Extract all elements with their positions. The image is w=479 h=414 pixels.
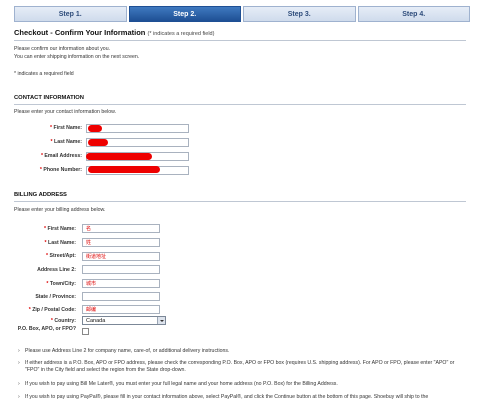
chevron-right-icon: ›	[18, 360, 20, 366]
required-field-note: (* indicates a required field)	[147, 31, 215, 37]
billing-address2-input[interactable]	[82, 265, 160, 274]
required-star: *	[46, 281, 49, 287]
divider	[14, 104, 466, 105]
page-title: Checkout - Confirm Your Information (* i…	[14, 28, 214, 37]
billing-country-label-text: Country:	[54, 318, 76, 324]
contact-email-label-text: Email Address:	[44, 153, 82, 159]
billing-last-name-input[interactable]: 姓	[82, 238, 160, 247]
billing-city-input[interactable]: 城市	[82, 279, 160, 288]
billing-address2-label: Address Line 2:	[37, 267, 76, 273]
required-star: *	[50, 139, 53, 145]
billing-zip-label: * Zip / Postal Code:	[14, 307, 76, 313]
contact-prompt: Please enter your contact information be…	[14, 109, 117, 115]
billing-first-name-input[interactable]: 名	[82, 224, 160, 233]
billing-city-label: * Town/City:	[14, 281, 76, 287]
redaction-mark	[86, 153, 152, 160]
note-text: Please use Address Line 2 for company na…	[25, 348, 230, 354]
billing-zip-label-text: Zip / Postal Code:	[32, 307, 76, 313]
billing-section-heading: BILLING ADDRESS	[14, 192, 67, 198]
checkout-step-bar: Step 1. Step 2. Step 3. Step 4.	[14, 6, 472, 22]
billing-country-label: * Country:	[14, 318, 76, 324]
po-box-checkbox[interactable]	[82, 328, 89, 335]
required-legend: * indicates a required field	[14, 71, 74, 77]
billing-first-name-label: * First Name:	[14, 226, 76, 232]
note-item: › Please use Address Line 2 for company …	[18, 348, 468, 355]
billing-street-label: * Street/Apt:	[14, 253, 76, 259]
contact-phone-label-text: Phone Number:	[43, 167, 82, 173]
billing-first-name-label-text: First Name:	[47, 226, 76, 232]
chevron-down-icon[interactable]	[157, 317, 165, 324]
billing-state-input[interactable]	[82, 292, 160, 301]
step-3: Step 3.	[243, 6, 356, 22]
intro-text-1: Please confirm our information about you…	[14, 46, 111, 52]
billing-prompt: Please enter your billing address below.	[14, 207, 106, 213]
po-box-label: P.O. Box, APO, or FPO?	[17, 326, 76, 332]
contact-phone-label: * Phone Number:	[20, 167, 82, 173]
intro-text-2: You can enter shipping information on th…	[14, 54, 140, 60]
billing-street-label-text: Street/Apt:	[49, 253, 76, 259]
note-text: If you wish to pay using PayPal®, please…	[25, 394, 429, 400]
note-item: › If you wish to pay using PayPal®, plea…	[18, 394, 468, 401]
page-title-text: Checkout - Confirm Your Information	[14, 28, 146, 37]
country-select[interactable]: Canada	[82, 316, 166, 325]
step-2-active: Step 2.	[128, 6, 241, 22]
billing-zip-input[interactable]: 邮编	[82, 305, 160, 314]
contact-first-name-label-text: First Name:	[53, 125, 82, 131]
required-star: *	[49, 125, 52, 131]
step-1: Step 1.	[14, 6, 127, 22]
contact-last-name-label-text: Last Name:	[54, 139, 82, 145]
required-star: *	[46, 253, 49, 259]
billing-last-name-label: * Last Name:	[14, 240, 76, 246]
required-star: *	[50, 318, 53, 324]
chevron-right-icon: ›	[18, 381, 20, 387]
billing-street-input[interactable]: 街道地址	[82, 252, 160, 261]
chevron-right-icon: ›	[18, 348, 20, 354]
redaction-mark	[88, 139, 108, 146]
divider	[14, 40, 466, 41]
billing-last-name-label-text: Last Name:	[48, 240, 76, 246]
redaction-mark	[88, 166, 160, 173]
required-star: *	[40, 153, 43, 159]
note-item: › If you wish to pay using Bill Me Later…	[18, 381, 468, 388]
required-star: *	[28, 307, 31, 313]
chevron-right-icon: ›	[18, 394, 20, 400]
note-text: If you wish to pay using Bill Me Later®,…	[25, 381, 338, 387]
contact-section-heading: CONTACT INFORMATION	[14, 95, 84, 101]
divider	[14, 201, 466, 202]
note-text: If either address is a P.O. Box, APO or …	[25, 360, 455, 373]
contact-first-name-label: * First Name:	[20, 125, 82, 131]
required-star: *	[44, 240, 47, 246]
country-selected-value: Canada	[86, 318, 106, 324]
required-star: *	[43, 226, 46, 232]
contact-last-name-label: * Last Name:	[20, 139, 82, 145]
billing-state-label: State / Province:	[35, 294, 76, 300]
required-star: *	[39, 167, 42, 173]
note-item: › If either address is a P.O. Box, APO o…	[18, 360, 468, 374]
redaction-mark	[88, 125, 102, 132]
billing-city-label-text: Town/City:	[49, 281, 76, 287]
contact-email-label: * Email Address:	[20, 153, 82, 159]
step-4: Step 4.	[357, 6, 470, 22]
